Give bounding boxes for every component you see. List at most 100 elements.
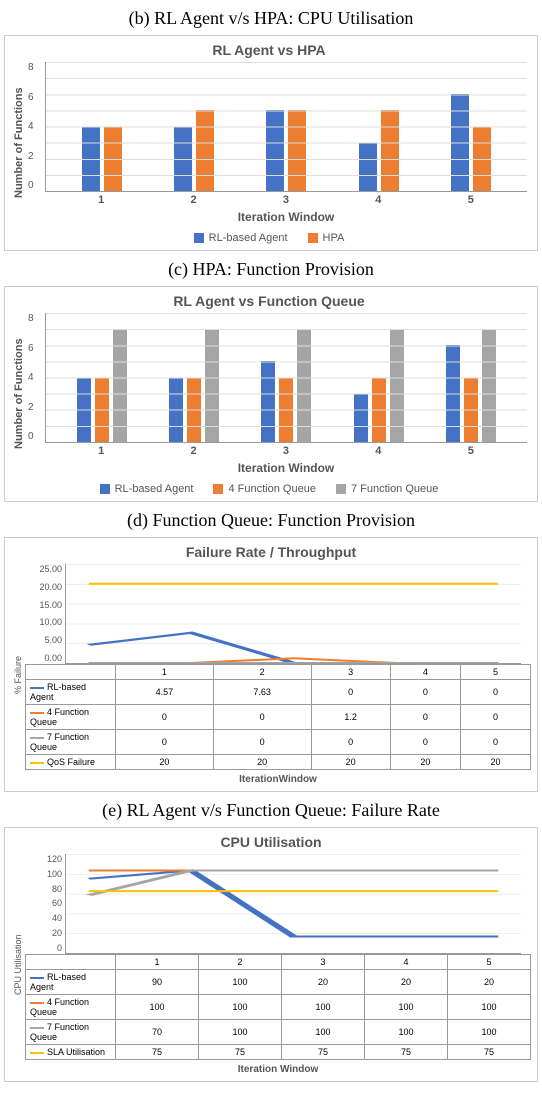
x-axis-label: Iteration Window (45, 210, 527, 224)
legend-item: 4 Function Queue (213, 483, 315, 495)
series-name: 7 Function Queue (30, 1022, 89, 1042)
chart-title: RL Agent vs Function Queue (11, 293, 527, 309)
table-cell: 100 (199, 995, 282, 1020)
chart-rl-vs-fq: RL Agent vs Function Queue Number of Fun… (4, 286, 538, 502)
table-cell: 75 (199, 1045, 282, 1060)
table-cell: 100 (282, 1020, 365, 1045)
legend-label: 4 Function Queue (228, 483, 315, 495)
y-tick: 0 (28, 431, 34, 442)
legend-label: 7 Function Queue (351, 483, 438, 495)
table-cell: 100 (365, 1020, 448, 1045)
chart-title: Failure Rate / Throughput (11, 544, 531, 560)
legend-line (30, 977, 44, 979)
series-name: 4 Function Queue (30, 707, 89, 727)
chart-title: RL Agent vs HPA (11, 42, 527, 58)
legend-swatch (194, 233, 204, 243)
x-labels: 12345 (45, 192, 527, 206)
x-tick: 4 (375, 445, 381, 457)
x-labels: 12345 (45, 443, 527, 457)
table-cell: 20 (448, 970, 531, 995)
legend-item: HPA (308, 232, 345, 244)
line-svg (66, 564, 521, 663)
bars-grid: 02468 (45, 313, 527, 443)
y-tick: 15.00 (32, 600, 62, 610)
table-cell: 0 (390, 705, 460, 730)
bar (205, 329, 219, 442)
table-cell: 7.63 (213, 680, 311, 705)
bar (297, 329, 311, 442)
legend-line (30, 712, 44, 714)
y-tick: 0 (28, 180, 34, 191)
table-cell: 20 (213, 755, 311, 770)
y-tick: 10.00 (32, 617, 62, 627)
table-cell: 0 (390, 680, 460, 705)
x-tick: 1 (98, 194, 104, 206)
table-cell: 1.2 (311, 705, 390, 730)
y-tick: 60 (32, 898, 62, 908)
table-cell: 0 (311, 730, 390, 755)
table-cell: 0 (213, 730, 311, 755)
table-cell: 20 (365, 970, 448, 995)
y-tick: 40 (32, 913, 62, 923)
x-tick: 5 (468, 194, 474, 206)
y-axis-label: CPU Utilisation (11, 854, 25, 1075)
legend-swatch (213, 484, 223, 494)
line-plot: 020406080100120 (65, 854, 521, 954)
table-row: RL-based Agent4.577.63000 (26, 680, 531, 705)
table-row: QoS Failure2020202020 (26, 755, 531, 770)
bar-group (82, 62, 122, 191)
table-row: 12345 (26, 665, 531, 680)
x-axis-label: Iteration Window (25, 1064, 531, 1075)
bar (390, 329, 404, 442)
table-cell: 4.57 (116, 680, 214, 705)
y-tick: 100 (32, 869, 62, 879)
y-tick: 6 (28, 92, 34, 103)
bar (82, 127, 100, 192)
table-row: 7 Function Queue00000 (26, 730, 531, 755)
bar (196, 110, 214, 191)
y-ticks: 0.005.0010.0015.0020.0025.00 (32, 564, 62, 663)
table-cell: 0 (116, 730, 214, 755)
plot-wrap: CPU Utilisation 020406080100120 12345RL-… (11, 854, 531, 1075)
bars-grid: 02468 (45, 62, 527, 192)
plot-wrap: % Failure 0.005.0010.0015.0020.0025.00 1… (11, 564, 531, 785)
table-cell: 0 (460, 730, 530, 755)
table-row: SLA Utilisation7575757575 (26, 1045, 531, 1060)
legend-label: RL-based Agent (209, 232, 288, 244)
y-tick: 25.00 (32, 564, 62, 574)
legend: RL-based Agent HPA (11, 232, 527, 244)
table-cell: 100 (448, 1020, 531, 1045)
line-svg (66, 854, 521, 953)
y-tick: 80 (32, 884, 62, 894)
legend-line (30, 1027, 44, 1029)
table-cell: 1 (116, 955, 199, 970)
y-tick: 0 (32, 943, 62, 953)
series-name: SLA Utilisation (47, 1047, 105, 1057)
bar-group (77, 313, 127, 442)
table-cell: 90 (116, 970, 199, 995)
plot-wrap: Number of Functions 02468 12345 Iteratio… (11, 62, 527, 224)
bar (261, 361, 275, 442)
bar (482, 329, 496, 442)
table-row: 7 Function Queue70100100100100 (26, 1020, 531, 1045)
bar (446, 345, 460, 442)
table-cell (26, 955, 116, 970)
y-ticks: 020406080100120 (32, 854, 62, 953)
table-cell: 2 (213, 665, 311, 680)
table-cell-series: SLA Utilisation (26, 1045, 116, 1060)
x-tick: 4 (375, 194, 381, 206)
x-axis-label: IterationWindow (25, 774, 531, 785)
table-cell: 0 (460, 680, 530, 705)
x-tick: 3 (283, 445, 289, 457)
table-cell-series: RL-based Agent (26, 970, 116, 995)
bar-group (354, 313, 404, 442)
bar (464, 378, 478, 443)
bar (354, 394, 368, 442)
y-tick: 6 (28, 343, 34, 354)
series-name: RL-based Agent (30, 682, 86, 702)
table-cell: 1 (116, 665, 214, 680)
legend-item: RL-based Agent (194, 232, 288, 244)
bar (187, 378, 201, 443)
table-cell: 0 (390, 730, 460, 755)
table-cell: 75 (448, 1045, 531, 1060)
